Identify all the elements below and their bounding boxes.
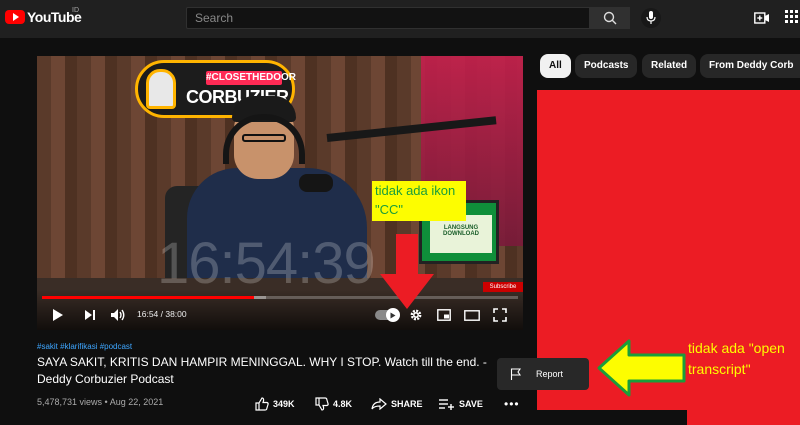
chip-related[interactable]: Related [642,54,697,78]
youtube-play-icon [5,10,25,24]
autoplay-toggle[interactable] [375,308,400,322]
progress-bar[interactable] [42,296,518,299]
apps-button[interactable] [785,10,800,26]
more-actions-button[interactable]: ••• [504,397,520,411]
create-video-icon [754,12,769,24]
fullscreen-button[interactable] [491,306,509,324]
dislike-count: 4.8K [333,399,353,409]
share-label: SHARE [391,399,423,409]
save-button[interactable]: SAVE [439,395,483,413]
youtube-logo[interactable]: YouTube [5,9,82,25]
thumbs-down-icon [315,397,329,411]
search-input[interactable] [187,8,589,28]
miniplayer-icon [437,309,451,321]
menu-item-report[interactable]: Report [497,358,589,390]
mute-button[interactable] [109,306,127,324]
more-actions-menu: Report [497,358,589,390]
next-icon [85,310,95,320]
annotation-no-transcript: tidak ada "open transcript" [688,340,785,377]
dislike-button[interactable]: 4.8K [315,395,352,413]
podcast-microphone [299,174,333,192]
video-hashtags[interactable]: #sakit #klarifikasi #podcast [37,342,132,351]
theater-mode-button[interactable] [463,306,481,324]
chip-all[interactable]: All [540,54,571,78]
gear-icon [410,309,422,321]
fullscreen-icon [493,308,507,322]
masthead: YouTube ID [0,0,800,38]
like-count: 349K [273,399,295,409]
microphone-icon [646,11,656,24]
chip-podcasts[interactable]: Podcasts [575,54,638,78]
search-box [186,7,590,29]
apps-icon [785,10,798,23]
neon-microphone-icon [146,69,176,109]
thumbs-up-icon [255,397,269,411]
clock-overlay: 16:54:39 [157,231,376,296]
autoplay-knob [386,308,400,322]
volume-icon [111,309,125,321]
settings-button[interactable] [407,306,425,324]
playlist-add-icon [439,399,454,410]
country-code: ID [72,7,79,14]
video-meta: 5,478,731 views • Aug 22, 2021 [37,397,164,407]
play-icon [53,309,63,321]
like-button[interactable]: 349K [255,395,295,413]
flag-icon [510,368,522,380]
miniplayer-button[interactable] [435,306,453,324]
progress-fill [42,296,254,299]
theater-mode-icon [464,309,480,321]
share-button[interactable]: SHARE [371,395,423,413]
save-label: SAVE [459,399,483,409]
autoplay-play-icon [390,312,396,318]
search-icon [603,11,617,25]
create-button[interactable] [754,10,770,26]
video-title: SAYA SAKIT, KRITIS DAN HAMPIR MENINGGAL.… [37,355,487,386]
time-display: 16:54 / 38:00 [137,309,187,319]
search-button[interactable] [590,7,630,29]
chip-from-channel[interactable]: From Deddy Corb [700,54,800,78]
related-strip-partial [537,410,687,425]
annotation-no-cc: tidak ada ikon "CC" [372,181,466,221]
play-button[interactable] [49,306,67,324]
glasses [242,134,286,142]
voice-search-button[interactable] [641,8,661,28]
share-icon [371,398,387,410]
next-button[interactable] [81,306,99,324]
menu-item-report-label: Report [536,369,564,379]
neon-sign-tag: #CLOSETHEDOOR [206,71,297,85]
